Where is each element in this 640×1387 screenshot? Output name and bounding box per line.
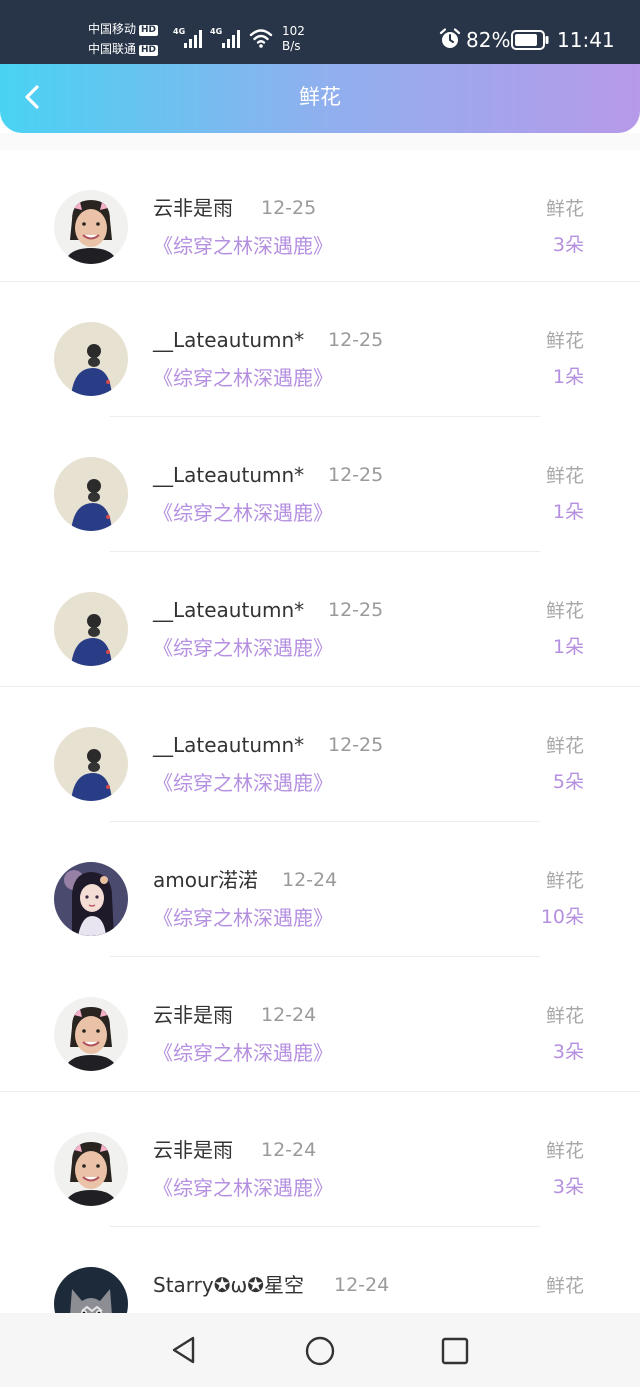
screen: 中国移动 HD 中国联通 HD 4G 4G 102 B/s 82% 11:41 … [0, 0, 640, 1387]
book-title[interactable]: 《综穿之林深遇鹿》 [153, 364, 333, 392]
user-name: __Lateautumn* [153, 598, 305, 622]
gift-type-label: 鲜花 [545, 1005, 584, 1027]
status-bar: 中国移动 HD 中国联通 HD 4G 4G 102 B/s 82% 11:41 [0, 0, 640, 64]
network-type-2: 4G [210, 27, 223, 36]
app-header: 鲜花 [0, 64, 640, 133]
book-title[interactable]: 《综穿之林深遇鹿》 [153, 499, 333, 527]
avatar[interactable] [54, 862, 128, 936]
gift-type-label: 鲜花 [545, 1275, 584, 1297]
signal-strength-icon [184, 28, 204, 48]
user-name: amour渃渃 [153, 868, 258, 892]
gift-date: 12-25 [328, 329, 384, 351]
nav-back-icon[interactable] [169, 1335, 197, 1365]
user-name: __Lateautumn* [153, 328, 305, 352]
gift-date: 12-24 [334, 1274, 390, 1296]
header-spacer [0, 133, 640, 150]
avatar[interactable] [54, 592, 128, 666]
gift-type-label: 鲜花 [545, 1140, 584, 1162]
avatar[interactable] [54, 190, 128, 264]
book-title[interactable]: 《综穿之林深遇鹿》 [153, 232, 333, 260]
book-title[interactable]: 《综穿之林深遇鹿》 [153, 1174, 333, 1202]
gift-count: 3朵 [552, 234, 584, 256]
gift-type-label: 鲜花 [545, 600, 584, 622]
gift-date: 12-25 [261, 197, 317, 219]
user-name: 云非是雨 [153, 1003, 233, 1027]
hd-badge: HD [139, 25, 159, 36]
gift-count: 1朵 [552, 366, 584, 388]
list-item[interactable]: __Lateautumn* 12-25 《综穿之林深遇鹿》 鲜花 1朵 [0, 417, 640, 552]
carrier-1: 中国移动 HD [88, 22, 159, 36]
gift-date: 12-25 [328, 734, 384, 756]
flower-gift-list: 云非是雨 12-25 《综穿之林深遇鹿》 鲜花 3朵 __Lateautumn*… [0, 150, 640, 1362]
list-item[interactable]: amour渃渃 12-24 《综穿之林深遇鹿》 鲜花 10朵 [0, 822, 640, 957]
user-name: 云非是雨 [153, 196, 233, 220]
gift-count: 3朵 [552, 1041, 584, 1063]
gift-date: 12-24 [282, 869, 338, 891]
gift-count: 3朵 [552, 1176, 584, 1198]
gift-type-label: 鲜花 [545, 735, 584, 757]
carrier-2: 中国联通 HD [88, 42, 159, 56]
list-item[interactable]: 云非是雨 12-24 《综穿之林深遇鹿》 鲜花 3朵 [0, 1092, 640, 1227]
avatar[interactable] [54, 1132, 128, 1206]
list-item[interactable]: 云非是雨 12-24 《综穿之林深遇鹿》 鲜花 3朵 [0, 957, 640, 1092]
list-item[interactable]: __Lateautumn* 12-25 《综穿之林深遇鹿》 鲜花 5朵 [0, 687, 640, 822]
nav-home-icon[interactable] [304, 1335, 336, 1367]
hd-badge: HD [139, 45, 159, 56]
avatar[interactable] [54, 727, 128, 801]
gift-date: 12-25 [328, 464, 384, 486]
gift-date: 12-24 [261, 1004, 317, 1026]
system-nav-bar [0, 1313, 640, 1387]
gift-count: 1朵 [552, 501, 584, 523]
book-title[interactable]: 《综穿之林深遇鹿》 [153, 904, 333, 932]
battery-icon [511, 30, 549, 50]
alarm-icon [439, 28, 461, 48]
network-speed: 102 B/s [282, 24, 305, 53]
user-name: Starry✪ω✪星空 [153, 1273, 304, 1297]
battery-percent: 82% [466, 28, 511, 52]
gift-type-label: 鲜花 [545, 198, 584, 220]
gift-type-label: 鲜花 [545, 330, 584, 352]
gift-count: 5朵 [552, 771, 584, 793]
user-name: __Lateautumn* [153, 463, 305, 487]
gift-type-label: 鲜花 [545, 870, 584, 892]
list-item[interactable]: __Lateautumn* 12-25 《综穿之林深遇鹿》 鲜花 1朵 [0, 282, 640, 417]
book-title[interactable]: 《综穿之林深遇鹿》 [153, 1039, 333, 1067]
list-item[interactable]: 云非是雨 12-25 《综穿之林深遇鹿》 鲜花 3朵 [0, 150, 640, 282]
signal-strength-icon [222, 28, 242, 48]
avatar[interactable] [54, 457, 128, 531]
avatar[interactable] [54, 322, 128, 396]
wifi-icon [249, 29, 273, 48]
book-title[interactable]: 《综穿之林深遇鹿》 [153, 634, 333, 662]
avatar[interactable] [54, 997, 128, 1071]
user-name: 云非是雨 [153, 1138, 233, 1162]
user-name: __Lateautumn* [153, 733, 305, 757]
gift-count: 1朵 [552, 636, 584, 658]
gift-type-label: 鲜花 [545, 465, 584, 487]
nav-recent-apps-icon[interactable] [441, 1337, 469, 1365]
book-title[interactable]: 《综穿之林深遇鹿》 [153, 769, 333, 797]
clock: 11:41 [557, 28, 615, 52]
gift-date: 12-25 [328, 599, 384, 621]
list-item[interactable]: __Lateautumn* 12-25 《综穿之林深遇鹿》 鲜花 1朵 [0, 552, 640, 687]
gift-count: 10朵 [540, 906, 584, 928]
page-title: 鲜花 [299, 85, 341, 109]
gift-date: 12-24 [261, 1139, 317, 1161]
